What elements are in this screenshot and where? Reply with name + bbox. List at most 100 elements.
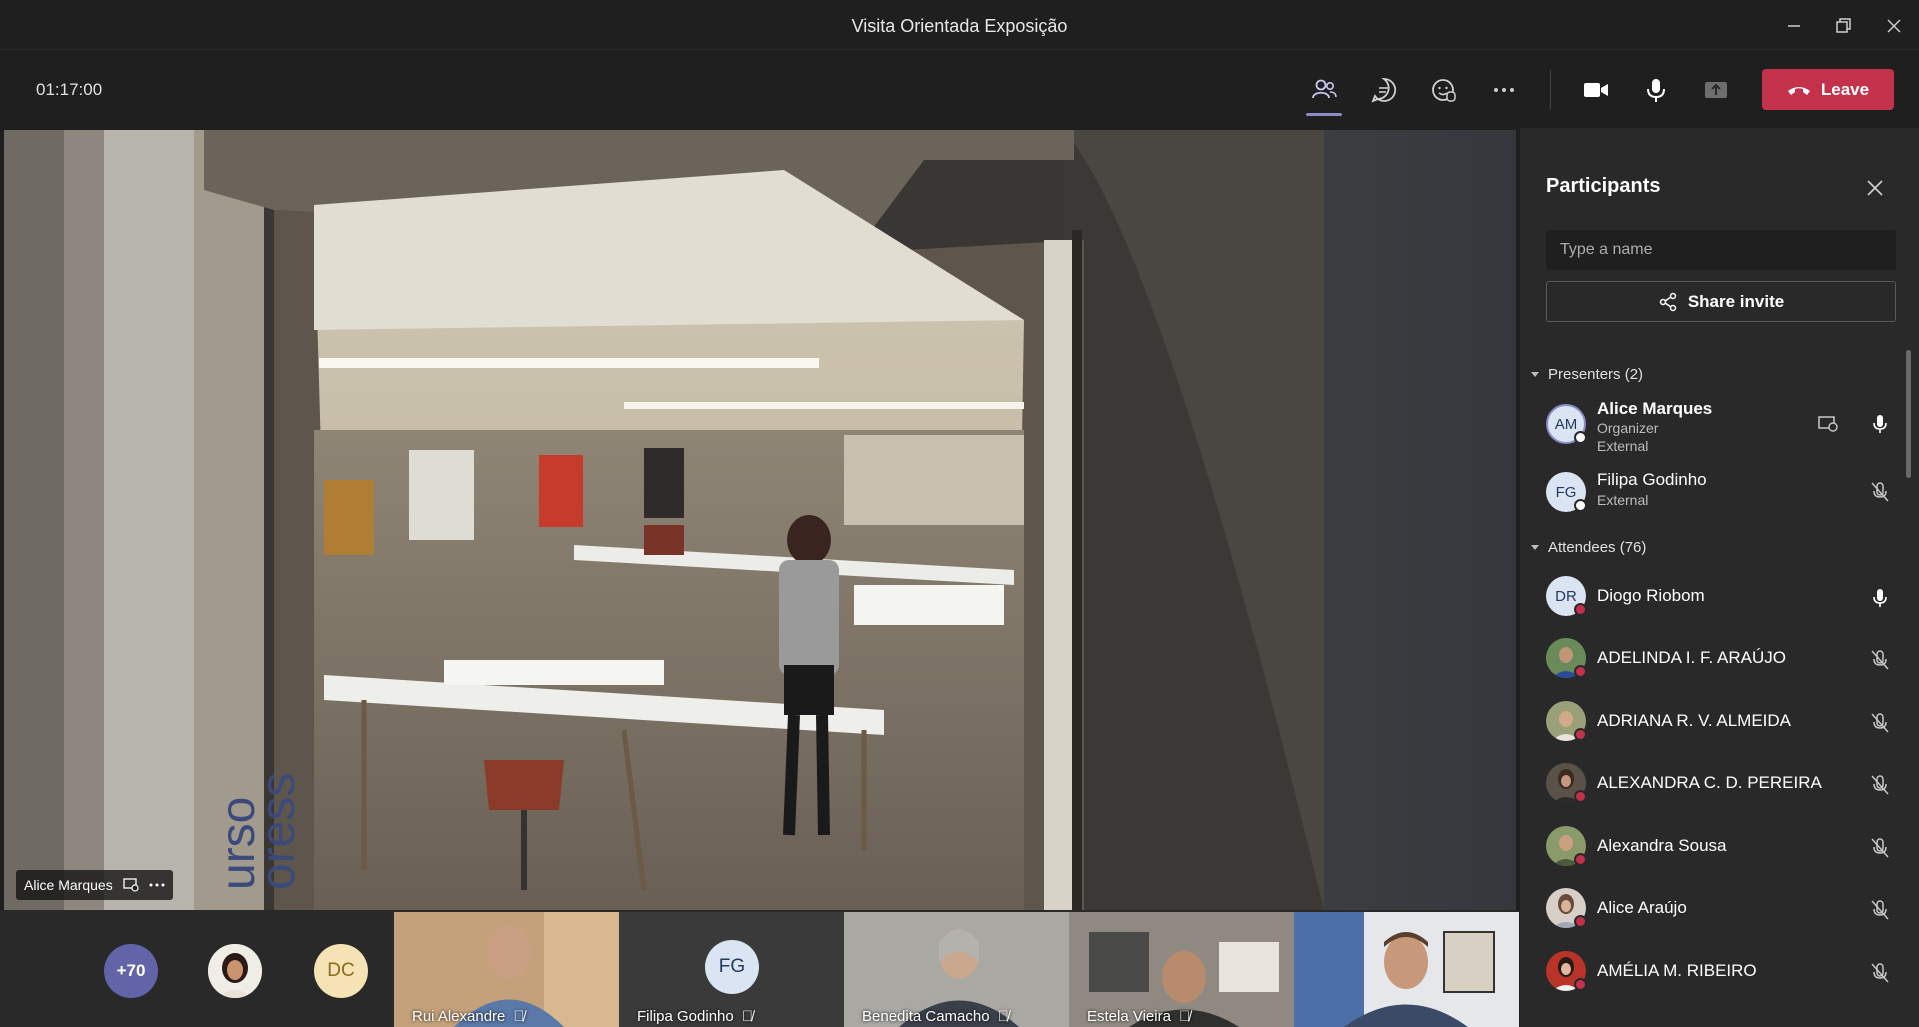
active-tab-underline — [1306, 113, 1342, 116]
video-strip: +70 DC Rui Alexandre 🎙̸ FG Filipa Godinho… — [0, 910, 1519, 1027]
tile-name: Benedita Camacho — [862, 1008, 990, 1025]
share-invite-label: Share invite — [1687, 291, 1785, 311]
presenter-icon — [1816, 412, 1840, 436]
microphone-off-icon — [1868, 773, 1892, 797]
participant-row[interactable]: FG Filipa Godinho External — [1546, 466, 1896, 522]
chat-icon[interactable] — [1364, 70, 1404, 110]
participants-icon[interactable] — [1304, 70, 1344, 116]
tile-label: Estela Vieira 🎙̸ — [1087, 1008, 1190, 1025]
participant-name: Diogo Riobom — [1597, 586, 1705, 605]
main-video[interactable]: urso oress — [4, 130, 1516, 910]
microphone-off-icon — [1868, 898, 1892, 922]
microphone-on-icon — [1868, 586, 1892, 610]
video-tile[interactable] — [1294, 912, 1519, 1027]
presence-dot — [1574, 915, 1587, 928]
svg-text:oress: oress — [252, 773, 305, 890]
leave-label: Leave — [1820, 79, 1870, 99]
camera-icon[interactable] — [1576, 70, 1616, 110]
participant-row[interactable]: ADELINDA I. F. ARAÚJO — [1546, 632, 1896, 688]
tile-video-frame — [1294, 912, 1519, 1027]
share-icon — [1659, 292, 1677, 311]
more-options-icon[interactable] — [1484, 70, 1524, 110]
presenters-section-header[interactable]: Presenters (2) — [1530, 366, 1643, 383]
participant-role: Organizer — [1597, 420, 1659, 436]
participant-row[interactable]: Alice Araújo — [1546, 882, 1896, 938]
microphone-icon[interactable] — [1636, 70, 1676, 110]
muted-mic-icon: 🎙̸ — [741, 1008, 753, 1025]
toolbar-divider — [1550, 70, 1551, 110]
presence-dot — [1574, 728, 1587, 741]
participants-panel: Participants Share invite Presenters (2)… — [1520, 128, 1919, 1027]
microphone-off-icon — [1868, 836, 1892, 860]
video-tile[interactable]: FG Filipa Godinho 🎙̸ — [619, 912, 844, 1027]
tile-name: Filipa Godinho — [637, 1008, 734, 1025]
participant-name: Alexandra Sousa — [1597, 836, 1727, 855]
tile-label: Benedita Camacho 🎙̸ — [862, 1008, 1009, 1025]
presence-dot — [1574, 665, 1587, 678]
close-window-icon[interactable] — [1880, 12, 1908, 40]
tile-avatar-fg: FG — [705, 940, 759, 994]
chevron-down-icon — [1531, 544, 1539, 550]
presence-dot — [1574, 853, 1587, 866]
microphone-on-icon — [1868, 412, 1892, 436]
video-tile[interactable]: Estela Vieira 🎙̸ — [1069, 912, 1294, 1027]
microphone-off-icon — [1868, 480, 1892, 504]
participant-avatar-photo[interactable] — [208, 944, 262, 998]
participant-row[interactable]: Alexandra Sousa — [1546, 820, 1896, 876]
avatar-photo-icon — [208, 944, 262, 998]
attendees-section-header[interactable]: Attendees (76) — [1530, 539, 1646, 556]
muted-mic-icon: 🎙̸ — [1178, 1008, 1191, 1025]
share-invite-button[interactable]: Share invite — [1546, 281, 1896, 322]
attendees-label: Attendees (76) — [1548, 539, 1647, 556]
microphone-off-icon — [1868, 961, 1892, 985]
presence-dot — [1574, 790, 1587, 803]
title-bar: Visita Orientada Exposição — [0, 0, 1919, 50]
presence-dot — [1574, 431, 1587, 444]
participant-row[interactable]: DR Diogo Riobom — [1546, 570, 1896, 626]
speaker-name: Alice Marques — [24, 877, 113, 893]
minimize-icon[interactable] — [1780, 12, 1808, 40]
microphone-off-icon — [1868, 648, 1892, 672]
video-tile[interactable]: Benedita Camacho 🎙̸ — [844, 912, 1069, 1027]
tile-name: Estela Vieira — [1087, 1008, 1171, 1025]
muted-mic-icon: 🎙̸ — [513, 1008, 525, 1025]
panel-title: Participants — [1546, 175, 1661, 197]
participant-name: ADELINDA I. F. ARAÚJO — [1597, 648, 1786, 667]
participant-name: Filipa Godinho — [1597, 470, 1707, 489]
participant-tag: External — [1597, 492, 1649, 508]
presence-dot — [1574, 499, 1587, 512]
video-frame: urso oress — [4, 130, 1516, 910]
presence-dot — [1574, 603, 1587, 616]
tile-name: Rui Alexandre — [412, 1008, 506, 1025]
panel-scrollbar[interactable] — [1906, 350, 1911, 478]
restore-icon[interactable] — [1830, 12, 1858, 40]
presenters-label: Presenters (2) — [1548, 366, 1644, 383]
participant-row[interactable]: ALEXANDRA C. D. PEREIRA — [1546, 757, 1896, 813]
leave-button[interactable]: Leave — [1762, 69, 1894, 110]
participant-name: ALEXANDRA C. D. PEREIRA — [1597, 773, 1822, 792]
chevron-down-icon — [1531, 371, 1539, 377]
participant-avatar-dc[interactable]: DC — [314, 944, 368, 998]
participant-tag: External — [1597, 438, 1649, 454]
close-panel-icon[interactable] — [1863, 176, 1887, 200]
participant-name: ADRIANA R. V. ALMEIDA — [1597, 711, 1791, 730]
muted-mic-icon: 🎙̸ — [997, 1008, 1009, 1025]
overflow-participants-button[interactable]: +70 — [104, 944, 158, 998]
microphone-off-icon — [1868, 711, 1892, 735]
reactions-icon[interactable] — [1424, 70, 1464, 110]
participant-search-input[interactable] — [1546, 230, 1896, 270]
share-screen-icon[interactable] — [1696, 70, 1736, 110]
hang-up-icon — [1787, 86, 1810, 95]
participant-name: AMÉLIA M. RIBEIRO — [1597, 961, 1757, 980]
participant-name: Alice Marques — [1597, 399, 1713, 418]
presenter-icon — [123, 878, 139, 892]
meeting-timer: 01:17:00 — [36, 80, 103, 99]
video-tile[interactable]: Rui Alexandre 🎙̸ — [394, 912, 619, 1027]
tile-options-icon[interactable] — [149, 882, 165, 888]
participant-row[interactable]: AMÉLIA M. RIBEIRO — [1546, 945, 1896, 1001]
participant-row[interactable]: ADRIANA R. V. ALMEIDA — [1546, 695, 1896, 751]
tile-label: Filipa Godinho 🎙̸ — [637, 1008, 753, 1025]
tile-label: Rui Alexandre 🎙̸ — [412, 1008, 525, 1025]
participant-name: Alice Araújo — [1597, 898, 1687, 917]
participant-row[interactable]: AM Alice Marques Organizer External — [1546, 398, 1896, 454]
